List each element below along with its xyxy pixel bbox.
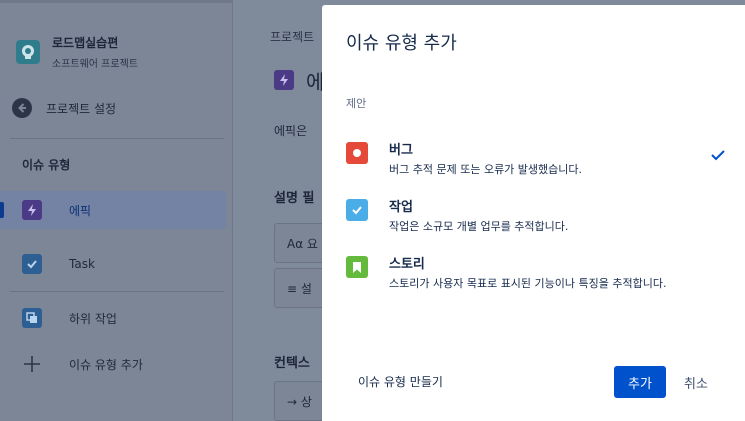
create-issue-type-link[interactable]: 이슈 유형 만들기 (358, 373, 443, 390)
fields-heading: 설명 필 (274, 191, 315, 206)
plus-icon (22, 354, 42, 374)
sidebar-top-line (0, 0, 233, 3)
option-description: 버그 추적 문제 또는 오류가 발생했습니다. (389, 163, 583, 176)
main-content: 프로젝트 에 에픽은 설명 필 Aα 요 ≡ 설 컨텍스 → 상 (234, 0, 334, 421)
sidebar-item-task[interactable]: Task (0, 245, 226, 283)
divider (10, 138, 224, 139)
cancel-button[interactable]: 취소 (674, 366, 718, 398)
divider (10, 291, 224, 292)
sidebar-item-label: Task (69, 257, 95, 271)
sidebar-item-label: 하위 작업 (69, 311, 117, 326)
breadcrumb[interactable]: 프로젝트 (270, 28, 314, 45)
sidebar: 로드맵실습편 소프트웨어 프로젝트 프로젝트 설정 이슈 유형 에픽 Task (0, 0, 233, 421)
back-label: 프로젝트 설정 (46, 101, 117, 116)
lightning-icon (22, 200, 42, 220)
sidebar-item-label: 이슈 유형 추가 (69, 357, 143, 372)
sidebar-item-label: 에픽 (69, 203, 92, 218)
option-title: 버그 (389, 143, 413, 158)
epic-lightning-icon (274, 70, 294, 90)
checkmark-icon (710, 147, 726, 166)
context-heading: 컨텍스 (274, 356, 310, 371)
option-title: 스토리 (389, 257, 425, 272)
option-task[interactable]: 작업 작업은 소규모 개별 업무를 추적합니다. (346, 196, 726, 240)
checkbox-icon (22, 254, 42, 274)
sidebar-item-add-issue-type[interactable]: 이슈 유형 추가 (0, 345, 226, 383)
project-header[interactable]: 로드맵실습편 소프트웨어 프로젝트 (16, 34, 138, 70)
section-title: 이슈 유형 (22, 158, 71, 172)
subtask-icon (22, 308, 42, 328)
add-issue-type-dialog: 이슈 유형 추가 제안 버그 버그 추적 문제 또는 오류가 발생했습니다. 작… (322, 5, 745, 421)
page-description: 에픽은 (274, 124, 308, 138)
option-description: 작업은 소규모 개별 업무를 추적합니다. (389, 220, 569, 233)
sidebar-item-epic[interactable]: 에픽 (0, 191, 226, 229)
option-bug[interactable]: 버그 버그 추적 문제 또는 오류가 발생했습니다. (346, 139, 726, 183)
arrow-left-icon (12, 98, 32, 118)
add-button[interactable]: 추가 (614, 366, 666, 398)
option-description: 스토리가 사용자 목표로 표시된 기능이나 특징을 추적합니다. (389, 277, 667, 290)
bug-icon (346, 142, 368, 164)
story-bookmark-icon (346, 256, 368, 278)
project-name: 로드맵실습편 (52, 36, 119, 50)
option-story[interactable]: 스토리 스토리가 사용자 목표로 표시된 기능이나 특징을 추적합니다. (346, 253, 726, 313)
option-title: 작업 (389, 200, 413, 215)
sidebar-item-subtask[interactable]: 하위 작업 (0, 299, 226, 337)
back-to-project-settings[interactable]: 프로젝트 설정 (12, 98, 116, 118)
project-logo-icon (16, 40, 40, 64)
task-check-icon (346, 199, 368, 221)
suggestion-label: 제안 (346, 97, 367, 110)
project-type: 소프트웨어 프로젝트 (52, 59, 138, 70)
dialog-title: 이슈 유형 추가 (346, 33, 457, 54)
